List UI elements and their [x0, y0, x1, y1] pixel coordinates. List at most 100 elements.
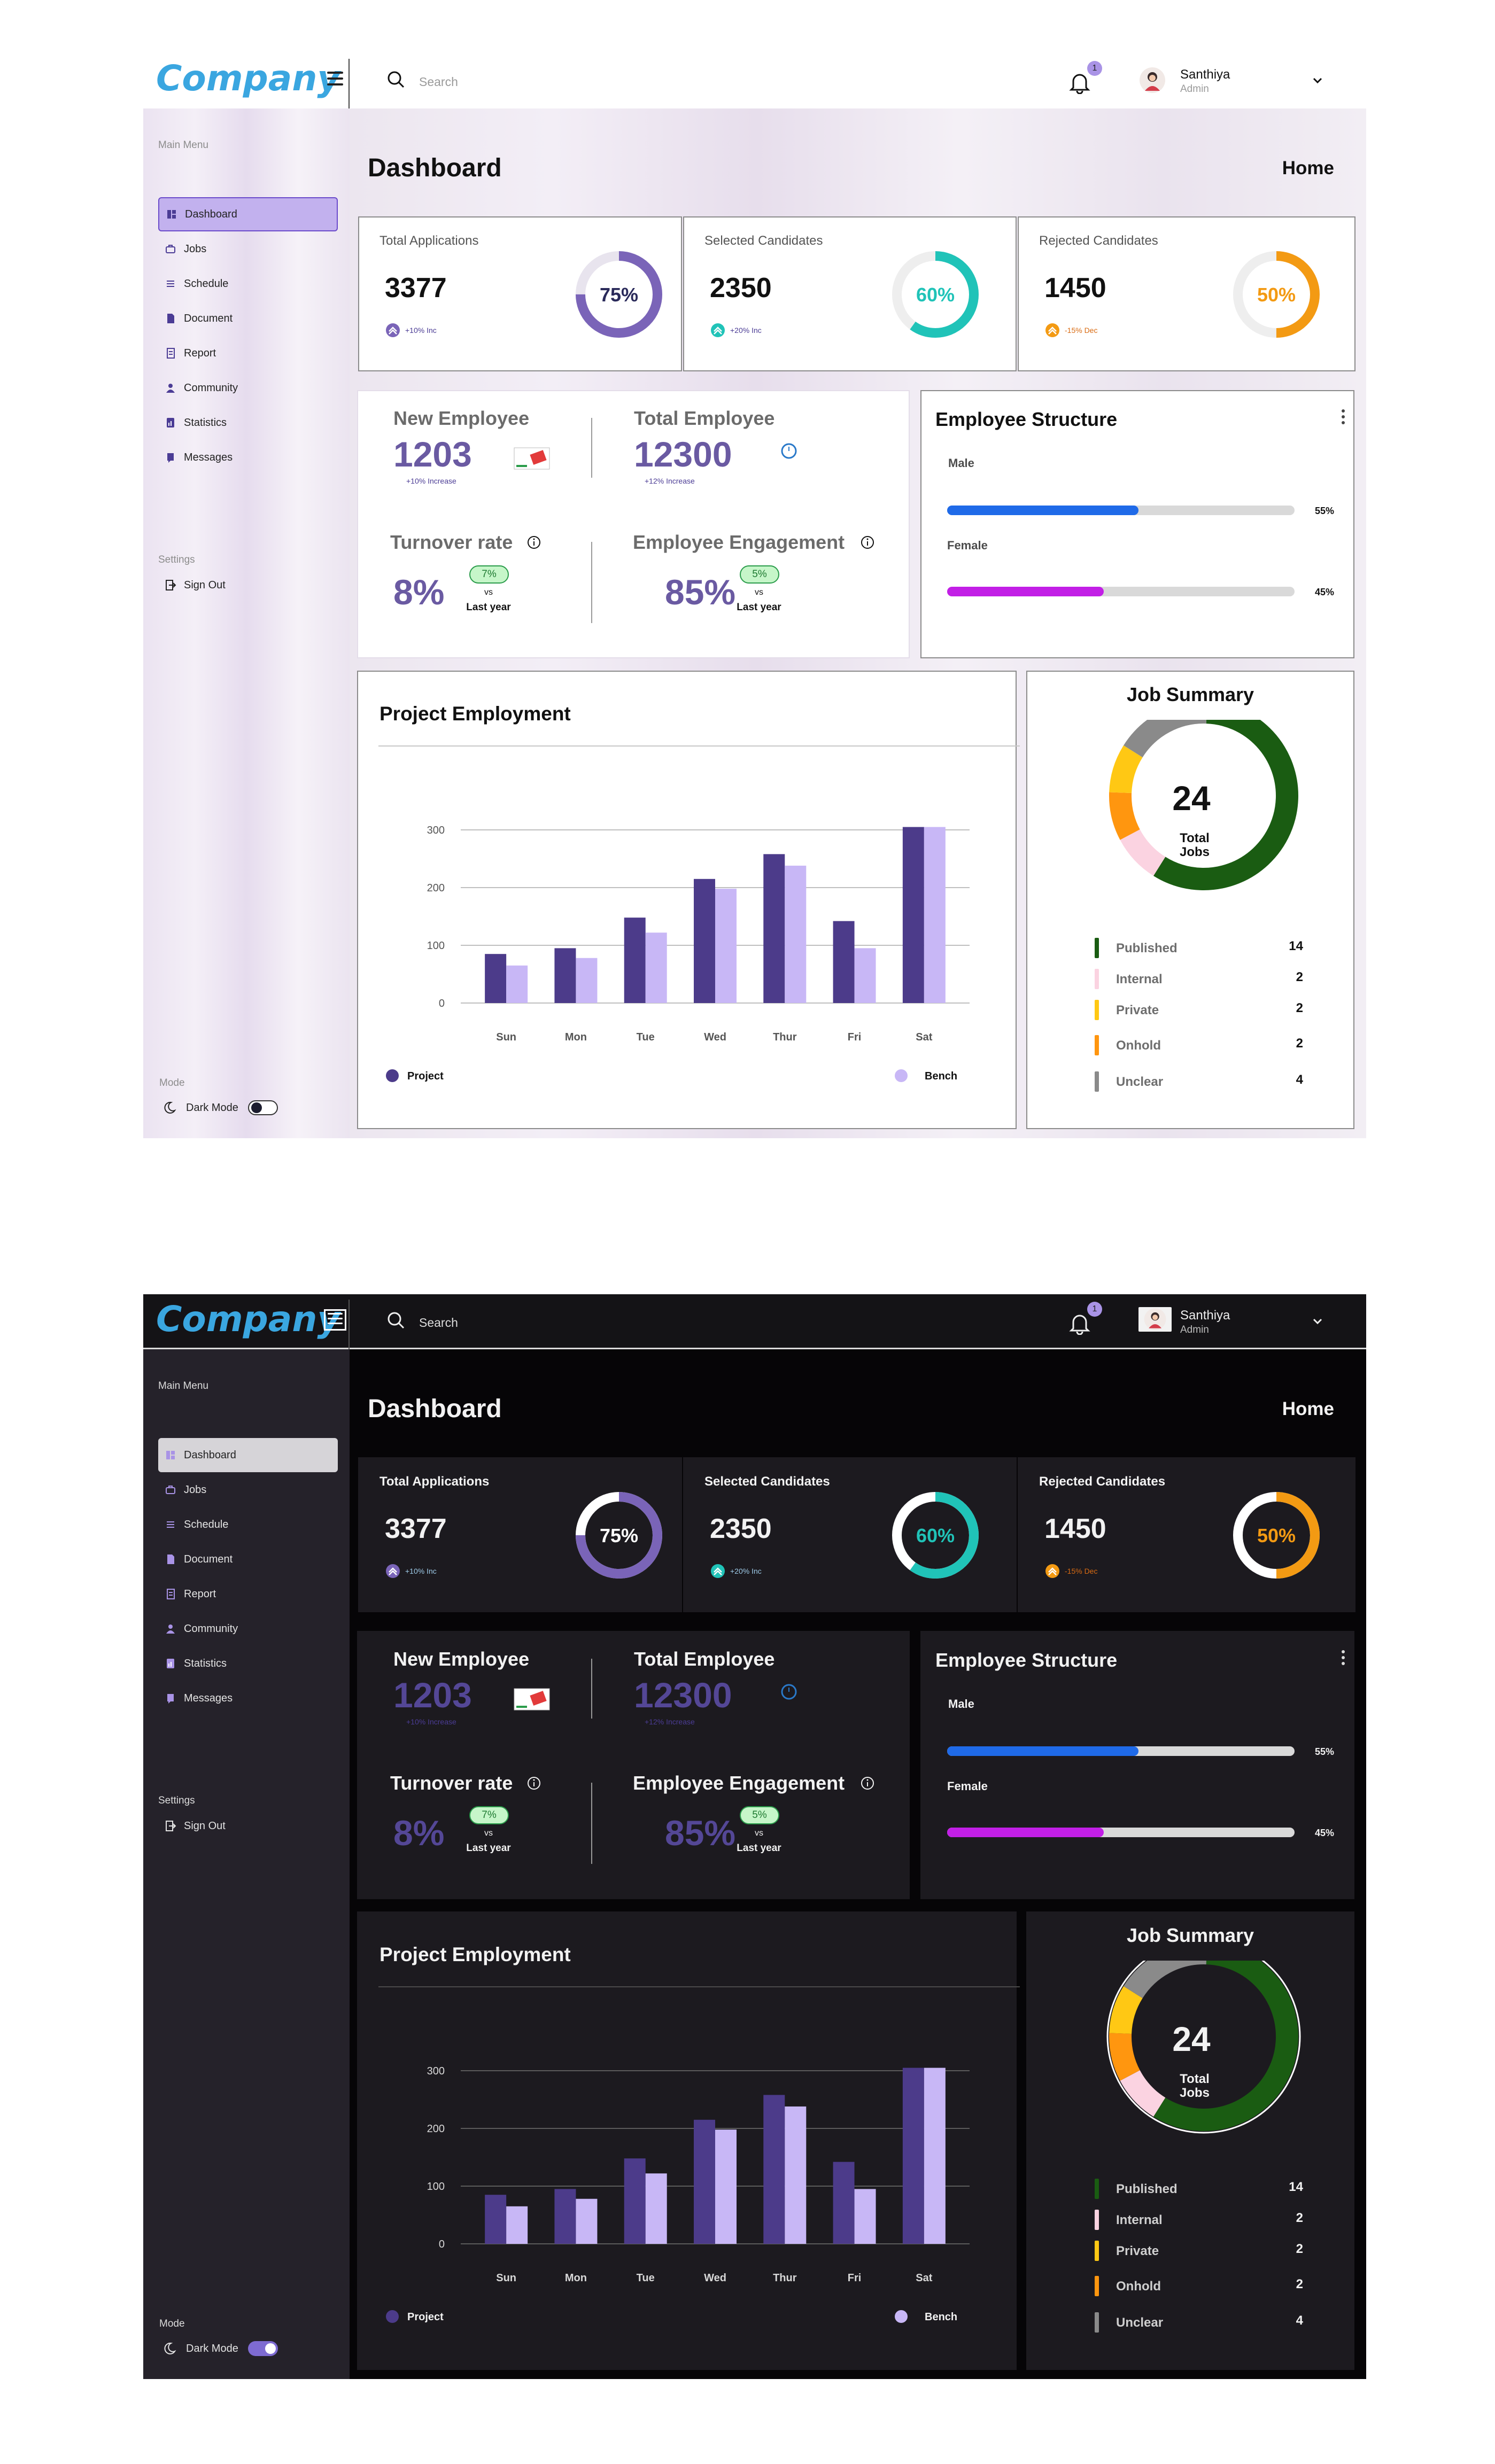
breadcrumb-home[interactable]: Home — [1282, 1398, 1334, 1420]
sign-out-button[interactable]: Sign Out — [158, 568, 338, 602]
chevron-down-icon[interactable] — [1311, 74, 1324, 88]
bar-bench-fri[interactable] — [854, 2189, 876, 2244]
bell-icon[interactable] — [1069, 1311, 1090, 1335]
total-jobs-label-2: Jobs — [1179, 845, 1210, 859]
bar-bench-mon[interactable] — [576, 958, 598, 1003]
engagement-change-pill: 5% — [740, 565, 779, 584]
stat-card-selected-candidates: Selected Candidates 2350 +20% Inc 60% — [683, 216, 1017, 371]
user-name[interactable]: Santhiya — [1180, 67, 1230, 82]
dark-mode-toggle-row[interactable]: Dark Mode — [162, 1100, 278, 1115]
male-percent: 55% — [1315, 1746, 1335, 1757]
bar-bench-sun[interactable] — [506, 965, 528, 1003]
metric-divider — [591, 1783, 592, 1864]
brand-logo[interactable]: Company — [156, 58, 340, 99]
bar-bench-wed[interactable] — [715, 889, 737, 1003]
bar-bench-thur[interactable] — [785, 865, 807, 1003]
mode-title: Mode — [159, 1077, 185, 1089]
sidebar-item-community[interactable]: Community — [158, 371, 338, 405]
bar-project-wed[interactable] — [694, 879, 715, 1003]
sidebar-item-document[interactable]: Document — [158, 301, 338, 336]
bar-bench-sun[interactable] — [506, 2206, 528, 2244]
bar-project-mon[interactable] — [554, 2189, 576, 2244]
hamburger-menu-icon[interactable] — [327, 72, 343, 85]
sign-out-button[interactable]: Sign Out — [158, 1809, 338, 1843]
sidebar-item-label: Statistics — [184, 1657, 227, 1669]
brand-logo[interactable]: Company — [156, 1299, 340, 1340]
bar-project-thur[interactable] — [763, 2095, 785, 2244]
bar-project-fri[interactable] — [833, 921, 855, 1003]
bar-bench-wed[interactable] — [715, 2129, 737, 2244]
sidebar-item-community[interactable]: Community — [158, 1612, 338, 1646]
bar-project-tue[interactable] — [624, 918, 646, 1003]
info-icon[interactable] — [526, 534, 542, 550]
project-employment-card: Project Employment 0 100 200 300 Sun Mon Tue We… — [357, 1911, 1020, 2370]
bar-bench-tue[interactable] — [645, 2173, 667, 2244]
avatar[interactable] — [1138, 66, 1166, 94]
new-employee-label: New Employee — [393, 407, 530, 429]
statistics-icon — [167, 1659, 174, 1668]
sidebar-item-messages[interactable]: Messages — [158, 440, 338, 475]
search-icon[interactable] — [386, 69, 407, 91]
total-jobs-value: 24 — [1172, 2020, 1211, 2058]
sidebar-item-jobs[interactable]: Jobs — [158, 1473, 338, 1507]
sidebar-item-dashboard[interactable]: Dashboard — [158, 1438, 338, 1472]
info-icon[interactable] — [859, 534, 876, 550]
info-icon[interactable] — [526, 1775, 542, 1791]
breadcrumb-home[interactable]: Home — [1282, 158, 1334, 179]
bar-bench-fri[interactable] — [854, 948, 876, 1003]
bar-project-sun[interactable] — [485, 954, 507, 1003]
bar-bench-mon[interactable] — [576, 2198, 598, 2244]
bell-icon[interactable] — [1069, 71, 1090, 94]
dark-mode-switch[interactable] — [247, 1100, 278, 1115]
bar-project-sat[interactable] — [902, 2067, 924, 2244]
sidebar: Main Menu Dashboard Jobs Schedule Document R… — [143, 108, 350, 1138]
sidebar-item-report[interactable]: Report — [158, 1577, 338, 1611]
bar-project-wed[interactable] — [694, 2119, 715, 2244]
info-icon[interactable] — [859, 1775, 876, 1791]
bar-project-sat[interactable] — [902, 827, 924, 1003]
legend-label: Published — [1116, 941, 1178, 955]
dark-mode-switch[interactable] — [247, 2341, 278, 2356]
sidebar-item-schedule[interactable]: Schedule — [158, 1507, 338, 1542]
more-options-icon[interactable] — [1342, 1650, 1346, 1668]
sidebar-item-schedule[interactable]: Schedule — [158, 267, 338, 301]
bar-bench-sat[interactable] — [924, 2067, 946, 2244]
bar-project-tue[interactable] — [624, 2158, 646, 2244]
x-tick-label: Fri — [848, 2272, 862, 2284]
turnover-rate-label: Turnover rate — [390, 531, 513, 553]
settings-title: Settings — [158, 1795, 195, 1806]
bar-project-fri[interactable] — [833, 2162, 855, 2244]
sidebar-item-messages[interactable]: Messages — [158, 1681, 338, 1715]
bar-project-thur[interactable] — [763, 854, 785, 1003]
search-input[interactable]: Search — [419, 75, 458, 89]
y-tick-label: 200 — [427, 2123, 445, 2135]
legend-swatch — [1095, 2179, 1099, 2199]
user-name[interactable]: Santhiya — [1180, 1308, 1230, 1323]
sidebar-item-report[interactable]: Report — [158, 336, 338, 370]
sidebar-item-statistics[interactable]: Statistics — [158, 1646, 338, 1681]
search-input[interactable]: Search — [419, 1316, 458, 1330]
dark-mode-toggle-row[interactable]: Dark Mode — [162, 2341, 278, 2356]
chevron-down-icon[interactable] — [1311, 1315, 1324, 1328]
sidebar-item-document[interactable]: Document — [158, 1542, 338, 1576]
sidebar-item-dashboard[interactable]: Dashboard — [158, 197, 338, 231]
list-icon — [167, 1521, 174, 1528]
more-options-icon[interactable] — [1342, 409, 1346, 427]
turnover-last-year: Last year — [466, 1843, 511, 1854]
search-icon[interactable] — [386, 1310, 407, 1332]
female-bar-fill — [947, 1828, 1104, 1837]
sidebar-item-statistics[interactable]: Statistics — [158, 406, 338, 440]
bar-bench-thur[interactable] — [785, 2106, 807, 2244]
x-tick-label: Wed — [704, 2272, 726, 2284]
progress-ring: 75% — [576, 251, 662, 338]
bar-bench-tue[interactable] — [645, 932, 667, 1003]
turnover-rate-value: 8% — [393, 1813, 445, 1853]
avatar[interactable] — [1138, 1307, 1172, 1332]
bar-project-mon[interactable] — [554, 948, 576, 1003]
hamburger-menu-icon[interactable] — [324, 1309, 346, 1331]
engagement-label: Employee Engagement — [633, 1772, 845, 1794]
legend-count: 2 — [1296, 2277, 1303, 2291]
bar-bench-sat[interactable] — [924, 827, 946, 1003]
bar-project-sun[interactable] — [485, 2195, 507, 2244]
sidebar-item-jobs[interactable]: Jobs — [158, 232, 338, 266]
